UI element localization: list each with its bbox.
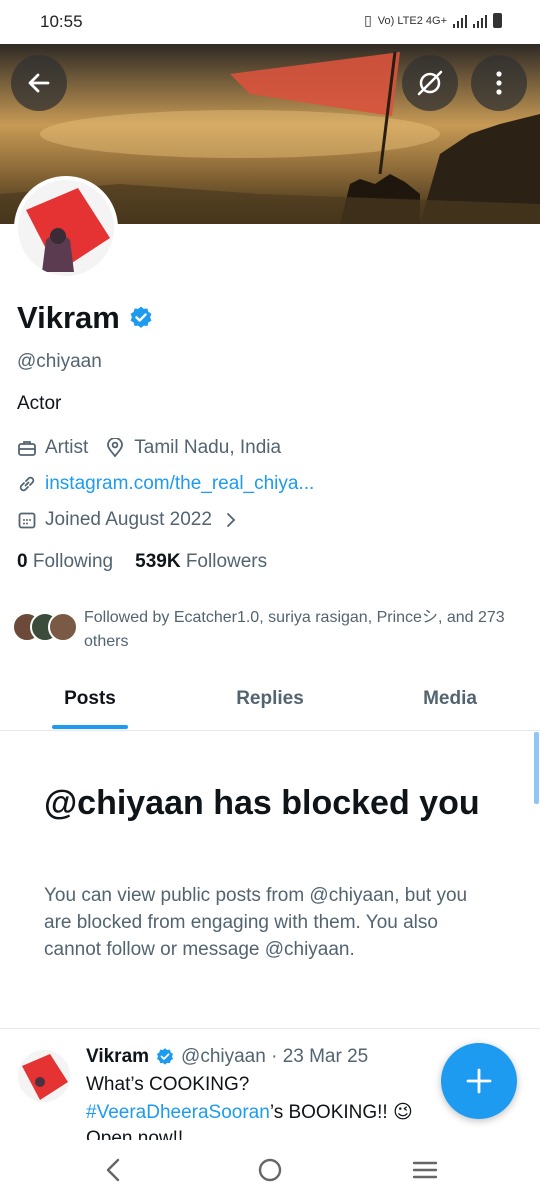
plus-icon xyxy=(466,1068,492,1094)
followed-by-avatars[interactable] xyxy=(12,612,78,644)
more-vertical-icon xyxy=(496,71,502,95)
verified-badge-icon[interactable] xyxy=(128,305,154,331)
location-pin-icon xyxy=(107,438,124,458)
following-label: Following xyxy=(32,551,114,572)
nav-recents-icon[interactable] xyxy=(412,1160,438,1180)
tab-media[interactable]: Media xyxy=(400,688,500,710)
nav-home-icon[interactable] xyxy=(257,1157,283,1183)
tab-posts[interactable]: Posts xyxy=(40,688,140,710)
signal-icon xyxy=(453,14,467,28)
follow-stats: 0 Following 539K Followers xyxy=(17,551,267,573)
profile-website-link[interactable]: instagram.com/the_real_chiya... xyxy=(45,473,314,495)
profile-bio: Actor xyxy=(17,393,62,414)
status-bar: 10:55 ▯ Vo) LTE2 4G+ xyxy=(0,0,540,44)
chevron-right-icon xyxy=(227,513,236,527)
profile-tabs: Posts Replies Media xyxy=(0,672,540,731)
following-stat[interactable]: 0 Following xyxy=(17,551,113,573)
nav-back-icon[interactable] xyxy=(103,1158,123,1182)
profile-name: Vikram xyxy=(17,300,120,335)
blocked-title: @chiyaan has blocked you xyxy=(44,784,480,822)
following-count: 0 xyxy=(17,551,28,572)
scroll-indicator[interactable] xyxy=(534,732,539,804)
post-avatar-image xyxy=(18,1050,70,1102)
post-author[interactable]: Vikram xyxy=(86,1046,149,1068)
compose-button[interactable] xyxy=(441,1043,517,1119)
verified-badge-icon xyxy=(157,1048,174,1065)
post-text-line2-rest: ’s BOOKING!! 😉 xyxy=(269,1102,413,1123)
vibrate-icon: ▯ xyxy=(364,12,372,28)
blocked-body: You can view public posts from @chiyaan,… xyxy=(44,885,468,960)
battery-icon xyxy=(493,13,502,28)
back-arrow-icon xyxy=(28,73,50,93)
post-text-line2: #VeeraDheeraSooran’s BOOKING!! 😉 xyxy=(86,1101,413,1124)
profile-joined-row[interactable]: Joined August 2022 xyxy=(17,509,238,531)
post-meta: @chiyaan · 23 Mar 25 xyxy=(181,1046,369,1067)
active-tab-indicator xyxy=(52,725,128,729)
grok-button[interactable] xyxy=(402,55,458,111)
post-avatar[interactable] xyxy=(18,1050,70,1102)
post-hashtag[interactable]: #VeeraDheeraSooran xyxy=(86,1102,270,1123)
no-signal-circle-icon xyxy=(417,70,443,96)
profile-joined: Joined August 2022 xyxy=(45,509,212,530)
follower-avatar xyxy=(48,612,78,642)
followed-by-text[interactable]: Followed by Ecatcher1.0, suriya rasigan,… xyxy=(84,606,514,654)
link-icon xyxy=(19,476,35,492)
status-icons: ▯ Vo) LTE2 4G+ xyxy=(364,12,502,29)
more-options-button[interactable] xyxy=(471,55,527,111)
post-text-line3: Open now!! xyxy=(86,1128,184,1140)
calendar-icon xyxy=(18,512,36,529)
back-button[interactable] xyxy=(11,55,67,111)
avatar-image xyxy=(18,180,114,276)
followers-count: 539K xyxy=(135,551,181,572)
system-nav-bar xyxy=(0,1140,540,1199)
profile-location: Tamil Nadu, India xyxy=(134,437,282,458)
profile-handle: @chiyaan xyxy=(17,351,102,372)
network-label: Vo) LTE2 4G+ xyxy=(377,14,447,27)
tab-replies[interactable]: Replies xyxy=(220,688,320,710)
profile-avatar[interactable] xyxy=(14,176,118,280)
post-header: Vikram @chiyaan · 23 Mar 25 xyxy=(86,1046,368,1068)
followers-stat[interactable]: 539K Followers xyxy=(135,551,267,573)
signal-2-icon xyxy=(473,14,487,28)
divider xyxy=(0,1028,540,1029)
profile-meta-row: Artist Tamil Nadu, India xyxy=(17,437,281,459)
status-time: 10:55 xyxy=(40,12,83,31)
profile-website-row: instagram.com/the_real_chiya... xyxy=(17,473,314,495)
profile-category: Artist xyxy=(45,437,89,458)
briefcase-icon xyxy=(18,441,36,456)
post-text-line1: What’s COOKING? xyxy=(86,1074,250,1095)
profile-name-row: Vikram xyxy=(17,300,154,336)
followers-label: Followers xyxy=(185,551,268,572)
